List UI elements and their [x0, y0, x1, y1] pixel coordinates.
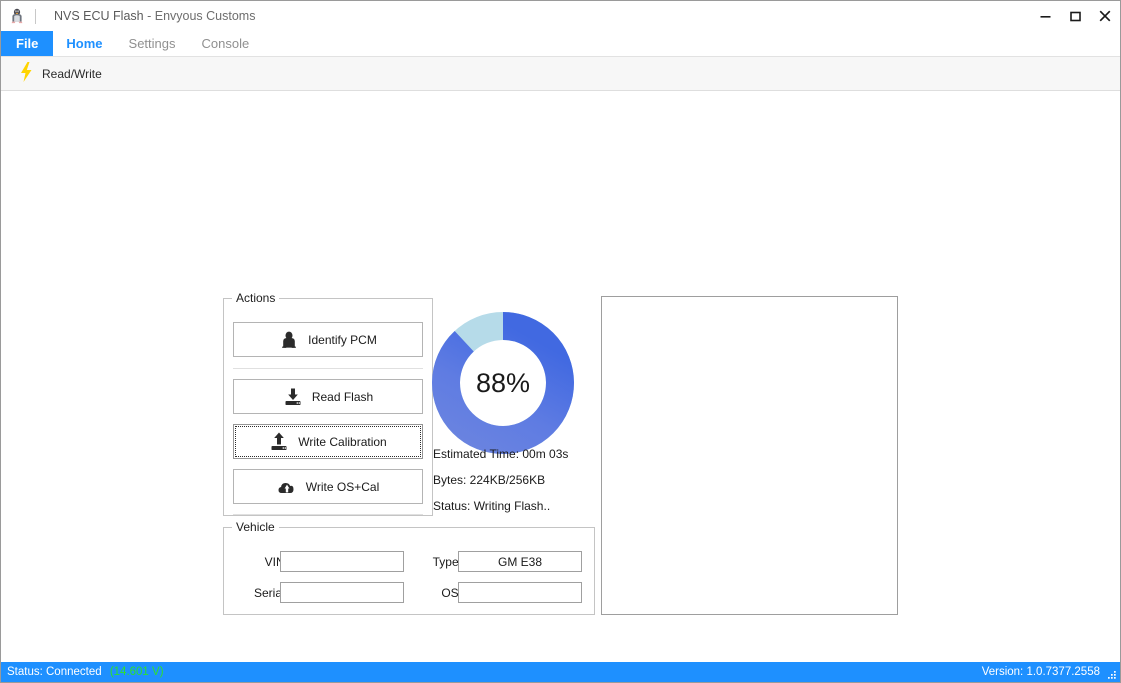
ribbon-bar: Read/Write — [1, 57, 1120, 91]
resize-grip-icon[interactable] — [1106, 669, 1117, 680]
minimize-button[interactable] — [1030, 1, 1060, 31]
download-to-drive-icon — [283, 387, 303, 407]
app-window: NVS ECU Flash - Envyous Customs File Hom… — [0, 0, 1121, 683]
voltage-reading: (14.601 V) — [109, 666, 164, 678]
os-input[interactable] — [458, 582, 582, 603]
connection-status: Status: Connected (14.601 V) — [7, 666, 164, 678]
menu-item-file[interactable]: File — [1, 31, 54, 56]
status-label: Status: Writing Flash.. — [433, 499, 551, 513]
upload-from-drive-icon — [269, 432, 289, 452]
read-flash-button[interactable]: Read Flash — [233, 379, 423, 414]
actions-divider-1 — [233, 368, 423, 369]
close-button[interactable] — [1090, 1, 1120, 31]
bytes-label: Bytes: 224KB/256KB — [433, 473, 546, 487]
log-output-panel[interactable] — [601, 296, 898, 615]
read-write-ribbon-button[interactable]: Read/Write — [11, 60, 110, 87]
window-title: NVS ECU Flash - Envyous Customs — [54, 9, 255, 23]
progress-details: Estimated Time: 00m 03s Bytes: 224KB/256… — [433, 447, 598, 525]
menu-item-settings[interactable]: Settings — [116, 31, 189, 56]
actions-group: Actions Identify PCM Read Flash Write Ca… — [223, 291, 433, 516]
connection-status-text: Status: Connected — [7, 666, 102, 678]
title-bar: NVS ECU Flash - Envyous Customs — [1, 1, 1120, 31]
identify-pcm-button[interactable]: Identify PCM — [233, 322, 423, 357]
os-label: OS: — [441, 586, 462, 600]
menu-item-console[interactable]: Console — [189, 31, 263, 56]
write-calibration-label: Write Calibration — [298, 434, 387, 449]
type-label: Type: — [432, 555, 462, 569]
progress-ring: 88% — [431, 311, 575, 455]
window-title-subtitle: - Envyous Customs — [147, 9, 256, 23]
vehicle-group-title: Vehicle — [232, 520, 279, 534]
menu-item-home[interactable]: Home — [53, 31, 115, 56]
window-title-main: NVS ECU Flash — [54, 9, 144, 23]
main-canvas: Actions Identify PCM Read Flash Write Ca… — [1, 91, 1120, 662]
read-flash-label: Read Flash — [311, 389, 374, 404]
serial-input[interactable] — [280, 582, 404, 603]
penguin-icon — [279, 330, 299, 350]
identify-pcm-label: Identify PCM — [308, 332, 377, 347]
maximize-button[interactable] — [1060, 1, 1090, 31]
title-divider — [35, 8, 36, 24]
lightning-bolt-icon — [19, 62, 34, 85]
actions-divider-2 — [233, 514, 423, 515]
write-calibration-button[interactable]: Write Calibration — [233, 424, 423, 459]
read-write-ribbon-label: Read/Write — [42, 66, 102, 81]
vehicle-group: Vehicle VIN: Serial: Type: OS: — [223, 520, 595, 615]
write-os-cal-button[interactable]: Write OS+Cal — [233, 469, 423, 504]
progress-percent-label: 88% — [475, 367, 531, 398]
version-label: Version: 1.0.7377.2558 — [981, 666, 1100, 678]
write-os-cal-label: Write OS+Cal — [305, 479, 380, 494]
estimated-time-label: Estimated Time: 00m 03s — [433, 447, 569, 461]
window-controls — [1030, 1, 1120, 31]
cloud-upload-icon — [277, 477, 297, 497]
menu-bar: File Home Settings Console — [1, 31, 1120, 57]
type-input[interactable] — [458, 551, 582, 572]
actions-group-title: Actions — [232, 291, 280, 305]
vin-input[interactable] — [280, 551, 404, 572]
penguin-app-icon — [8, 7, 26, 25]
status-bar: Status: Connected (14.601 V) Version: 1.… — [1, 662, 1120, 682]
